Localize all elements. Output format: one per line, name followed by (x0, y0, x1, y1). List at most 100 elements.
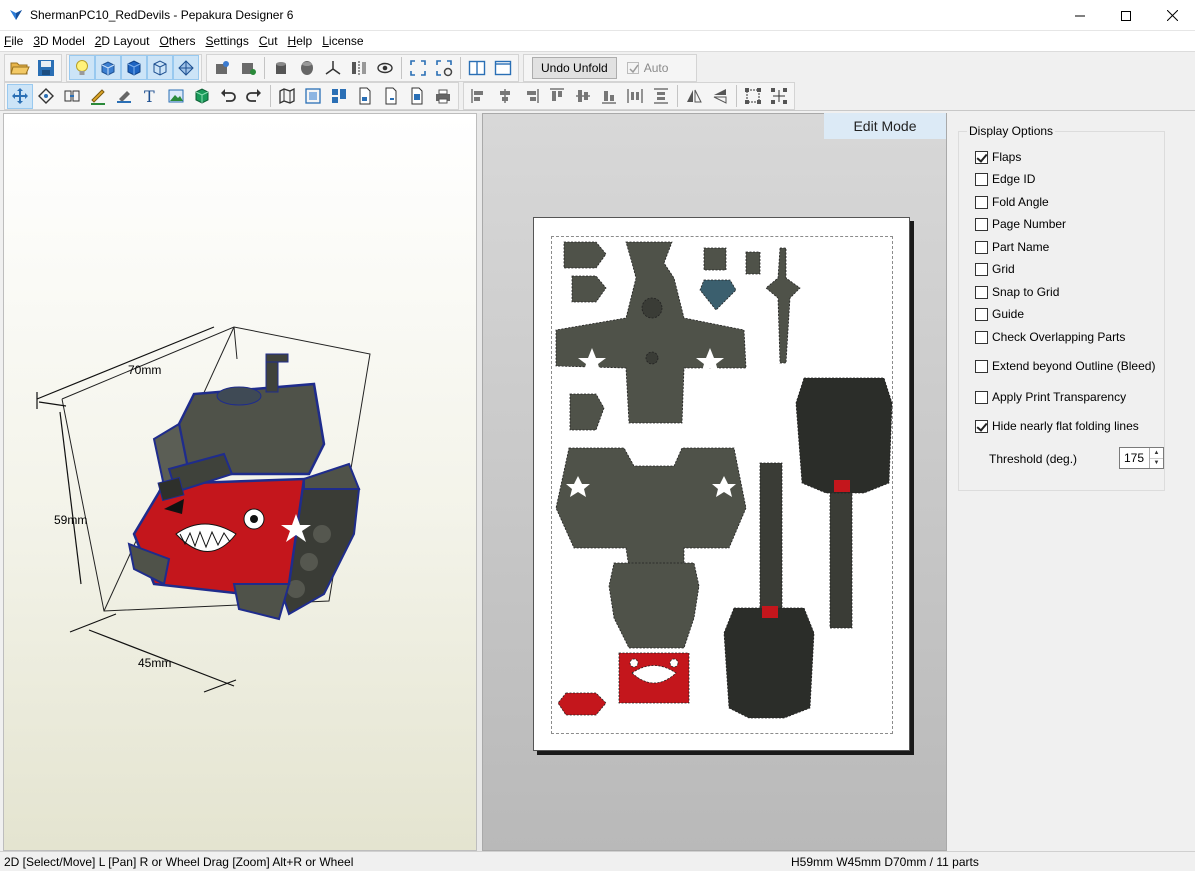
fit-gear-icon (436, 59, 453, 76)
ungroup-parts-button[interactable] (766, 84, 792, 109)
part-name-checkbox[interactable] (975, 240, 988, 254)
join-tool-button[interactable] (59, 84, 85, 109)
grid-checkbox[interactable] (975, 262, 988, 276)
page-number-checkbox[interactable] (975, 217, 988, 231)
option-page-number[interactable]: Page Number (975, 217, 1066, 231)
group-parts-button[interactable] (740, 84, 766, 109)
arrange-parts-button[interactable] (300, 84, 326, 109)
unfolded-parts[interactable] (534, 218, 911, 752)
save-button[interactable] (33, 55, 59, 80)
edge-view-button[interactable] (173, 55, 199, 80)
wireframe-view-button[interactable] (147, 55, 173, 80)
option-check-overlapping[interactable]: Check Overlapping Parts (975, 330, 1125, 344)
align-left-button[interactable] (466, 84, 492, 109)
align-top-button[interactable] (544, 84, 570, 109)
parts-tool-button[interactable] (189, 84, 215, 109)
option-flaps[interactable]: Flaps (975, 150, 1021, 164)
menu-cut[interactable]: Cut (255, 34, 282, 48)
model-tool-1-button[interactable] (209, 55, 235, 80)
tank-3d-model[interactable] (127, 353, 361, 621)
page-export-button[interactable] (378, 84, 404, 109)
spin-up-icon[interactable]: ▲ (1150, 448, 1163, 459)
align-bottom-button[interactable] (596, 84, 622, 109)
light-toggle-button[interactable] (69, 55, 95, 80)
edit-mode-tab[interactable]: Edit Mode (824, 113, 946, 139)
align-right-button[interactable] (518, 84, 544, 109)
flap-tool-button[interactable] (111, 84, 137, 109)
spin-down-icon[interactable]: ▼ (1150, 459, 1163, 469)
page-setup-button[interactable] (352, 84, 378, 109)
rotate-part-icon (38, 88, 54, 104)
option-grid[interactable]: Grid (975, 262, 1015, 276)
hide-flat-lines-checkbox[interactable] (975, 419, 988, 433)
distribute-v-button[interactable] (648, 84, 674, 109)
mirror-tool-button[interactable] (346, 55, 372, 80)
minimize-button[interactable] (1057, 0, 1103, 31)
auto-layout-button[interactable] (326, 84, 352, 109)
cylinder-tool-button[interactable] (268, 55, 294, 80)
align-middle-v-button[interactable] (570, 84, 596, 109)
layout-map-button[interactable] (274, 84, 300, 109)
option-print-transparency[interactable]: Apply Print Transparency (975, 390, 1126, 404)
model-tool-2-button[interactable] (235, 55, 261, 80)
auto-checkbox[interactable]: Auto (626, 61, 668, 75)
flip-h-button[interactable] (681, 84, 707, 109)
extend-bleed-checkbox[interactable] (975, 359, 988, 373)
fold-angle-checkbox[interactable] (975, 195, 988, 209)
rotate-tool-button[interactable] (33, 84, 59, 109)
select-move-tool-button[interactable] (7, 83, 33, 109)
part-cap (745, 251, 761, 275)
split-view-button[interactable] (464, 55, 490, 80)
menu-others[interactable]: Others (155, 34, 199, 48)
open-button[interactable] (7, 55, 33, 80)
menu-help[interactable]: Help (284, 34, 317, 48)
align-center-h-button[interactable] (492, 84, 518, 109)
undo-unfold-button[interactable]: Undo Unfold (532, 56, 617, 79)
threshold-input[interactable]: 175 (1120, 448, 1149, 468)
round-tool-button[interactable] (294, 55, 320, 80)
option-hide-flat-lines[interactable]: Hide nearly flat folding lines (975, 419, 1139, 433)
print-button[interactable] (430, 84, 456, 109)
check-overlapping-checkbox[interactable] (975, 330, 988, 344)
threshold-spinner[interactable]: 175 ▲ ▼ (1119, 447, 1164, 469)
print-transparency-checkbox[interactable] (975, 390, 988, 404)
image-tool-button[interactable] (163, 84, 189, 109)
menu-3d-model[interactable]: 3D Model (29, 34, 88, 48)
3d-model-view[interactable]: 70mm 59mm 45mm (3, 113, 477, 851)
text-tool-button[interactable]: T (137, 84, 163, 109)
edge-id-checkbox[interactable] (975, 172, 988, 186)
flip-v-button[interactable] (707, 84, 733, 109)
close-button[interactable] (1149, 0, 1195, 31)
texture-toggle-button[interactable] (95, 55, 121, 80)
option-fold-angle[interactable]: Fold Angle (975, 195, 1049, 209)
undo-button[interactable] (215, 84, 241, 109)
fit-settings-button[interactable] (431, 55, 457, 80)
option-snap-to-grid[interactable]: Snap to Grid (975, 285, 1059, 299)
menu-file[interactable]: File (0, 34, 27, 48)
distribute-h-button[interactable] (622, 84, 648, 109)
option-extend-bleed[interactable]: Extend beyond Outline (Bleed) (975, 359, 1155, 373)
single-view-button[interactable] (490, 55, 516, 80)
fit-view-button[interactable] (405, 55, 431, 80)
view-eye-button[interactable] (372, 55, 398, 80)
option-part-name[interactable]: Part Name (975, 240, 1049, 254)
flaps-checkbox[interactable] (975, 150, 988, 164)
toolbar-main: Undo Unfold Auto (0, 53, 1195, 82)
print-preview-button[interactable] (404, 84, 430, 109)
option-edge-id[interactable]: Edge ID (975, 172, 1035, 186)
option-guide[interactable]: Guide (975, 307, 1024, 321)
maximize-button[interactable] (1103, 0, 1149, 31)
distribute-v-icon (654, 88, 668, 104)
line-tool-button[interactable] (85, 84, 111, 109)
menu-2d-layout[interactable]: 2D Layout (91, 34, 154, 48)
split-window-icon (468, 60, 486, 75)
snap-to-grid-checkbox[interactable] (975, 285, 988, 299)
menu-license[interactable]: License (318, 34, 367, 48)
axis-tool-button[interactable] (320, 55, 346, 80)
layout-page[interactable] (533, 217, 910, 751)
redo-button[interactable] (241, 84, 267, 109)
guide-checkbox[interactable] (975, 307, 988, 321)
3d-viewport[interactable]: 70mm 59mm 45mm (4, 114, 476, 850)
solid-view-button[interactable] (121, 55, 147, 80)
menu-settings[interactable]: Settings (201, 34, 252, 48)
